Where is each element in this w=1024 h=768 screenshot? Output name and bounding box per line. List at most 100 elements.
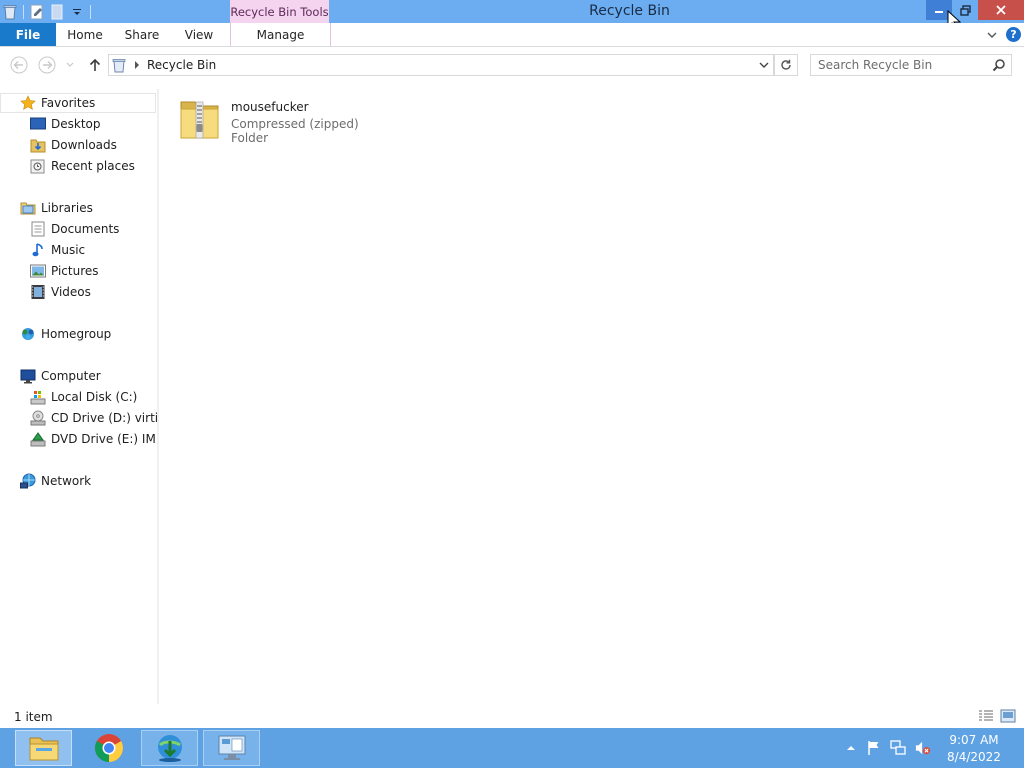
nav-label: Downloads <box>51 138 117 152</box>
nav-label: Recent places <box>51 159 135 173</box>
new-folder-icon[interactable] <box>47 2 67 22</box>
nav-label: DVD Drive (E:) IM1_C <box>51 432 157 446</box>
window-controls <box>926 0 1024 20</box>
downloads-icon <box>30 137 46 153</box>
pictures-icon <box>30 263 46 279</box>
tab-file[interactable]: File <box>0 23 56 46</box>
local-disk-icon <box>30 389 46 405</box>
nav-item-cd-drive[interactable]: CD Drive (D:) virtio-w <box>30 408 157 428</box>
chrome-icon <box>94 733 124 763</box>
music-icon <box>30 242 46 258</box>
download-manager-icon <box>154 733 186 763</box>
nav-label: Homegroup <box>41 327 112 341</box>
nav-label: Desktop <box>51 117 101 131</box>
search-input[interactable] <box>818 56 986 74</box>
pane-splitter[interactable] <box>157 89 159 704</box>
nav-label: Network <box>41 474 92 488</box>
network-tray-icon[interactable] <box>890 740 906 756</box>
taskbar-download-manager[interactable] <box>141 730 198 766</box>
back-button[interactable] <box>9 55 29 75</box>
nav-libraries[interactable]: Libraries <box>20 198 93 218</box>
file-explorer-icon <box>28 734 60 762</box>
tab-share[interactable]: Share <box>114 23 170 46</box>
recent-locations-chevron-icon[interactable] <box>63 55 77 75</box>
homegroup-icon <box>20 326 36 342</box>
breadcrumb-recycle-bin[interactable]: Recycle Bin <box>147 58 216 72</box>
clock-date: 8/4/2022 <box>947 750 1001 764</box>
ribbon-tab-bar: File Home Share View Manage ? <box>0 23 1024 47</box>
libraries-icon <box>20 200 36 216</box>
remote-desktop-icon <box>216 733 248 763</box>
tab-view[interactable]: View <box>170 23 228 46</box>
nav-homegroup[interactable]: Homegroup <box>20 324 111 344</box>
help-icon[interactable]: ? <box>1006 27 1021 42</box>
action-center-flag-icon[interactable] <box>866 740 882 756</box>
properties-icon[interactable] <box>27 2 47 22</box>
show-hidden-icons-chevron-icon[interactable] <box>843 740 859 756</box>
nav-label: Videos <box>51 285 91 299</box>
up-button[interactable] <box>85 55 105 75</box>
nav-label: Computer <box>41 369 101 383</box>
forward-button[interactable] <box>37 55 57 75</box>
nav-item-documents[interactable]: Documents <box>30 219 119 239</box>
nav-label: Local Disk (C:) <box>51 390 138 404</box>
file-list-area[interactable] <box>160 89 1024 704</box>
nav-item-local-disk[interactable]: Local Disk (C:) <box>30 387 137 407</box>
tab-home[interactable]: Home <box>56 23 114 46</box>
large-icons-view-icon[interactable] <box>1000 709 1016 723</box>
nav-favorites[interactable]: Favorites <box>20 93 95 113</box>
volume-muted-icon[interactable] <box>915 740 931 756</box>
search-box[interactable] <box>810 54 1012 76</box>
refresh-button[interactable] <box>774 54 798 76</box>
clock-time: 9:07 AM <box>949 733 999 747</box>
expand-ribbon-chevron-icon[interactable] <box>984 27 1000 43</box>
file-item[interactable]: mousefucker Compressed (zipped) Folder <box>176 96 396 145</box>
documents-icon <box>30 221 46 237</box>
customize-qat-chevron-icon[interactable] <box>67 2 87 22</box>
star-icon <box>20 95 36 111</box>
nav-item-desktop[interactable]: Desktop <box>30 114 101 134</box>
nav-item-pictures[interactable]: Pictures <box>30 261 99 281</box>
title-bar: Recycle Bin Tools Recycle Bin <box>0 0 1024 31</box>
address-dropdown-chevron-icon[interactable] <box>755 55 773 75</box>
recent-places-icon <box>30 158 46 174</box>
file-name: mousefucker <box>231 100 309 114</box>
nav-item-videos[interactable]: Videos <box>30 282 91 302</box>
address-bar[interactable]: Recycle Bin <box>108 54 774 76</box>
nav-item-dvd-drive[interactable]: DVD Drive (E:) IM1_C <box>30 429 157 449</box>
taskbar <box>0 728 1024 768</box>
search-icon[interactable] <box>992 58 1006 72</box>
item-count: 1 item <box>14 710 53 724</box>
nav-label: Music <box>51 243 86 257</box>
breadcrumb-chevron-icon[interactable] <box>134 61 140 69</box>
nav-item-downloads[interactable]: Downloads <box>30 135 117 155</box>
recycle-bin-window-icon[interactable] <box>0 2 20 22</box>
window-title: Recycle Bin <box>589 3 670 19</box>
nav-label: Favorites <box>41 96 96 110</box>
taskbar-remote-desktop[interactable] <box>203 730 260 766</box>
nav-network[interactable]: Network <box>20 471 91 491</box>
nav-label: Pictures <box>51 264 99 278</box>
quick-access-toolbar <box>0 0 94 23</box>
taskbar-chrome[interactable] <box>80 730 137 766</box>
details-view-icon[interactable] <box>978 709 994 723</box>
videos-icon <box>30 284 46 300</box>
nav-item-recent-places[interactable]: Recent places <box>30 156 135 176</box>
nav-item-music[interactable]: Music <box>30 240 85 260</box>
taskbar-clock[interactable]: 9:07 AM 8/4/2022 <box>942 732 1006 766</box>
status-bar: 1 item <box>0 706 1024 728</box>
taskbar-file-explorer[interactable] <box>15 730 72 766</box>
nav-label: CD Drive (D:) virtio-w <box>51 411 157 425</box>
close-button[interactable] <box>978 0 1024 20</box>
desktop-icon <box>30 116 46 132</box>
navigation-bar: Recycle Bin <box>0 47 1024 83</box>
network-icon <box>20 473 36 489</box>
qat-separator <box>23 4 24 19</box>
cd-drive-icon <box>30 410 46 426</box>
nav-computer[interactable]: Computer <box>20 366 101 386</box>
tab-manage[interactable]: Manage <box>230 23 331 46</box>
qat-separator <box>90 4 91 19</box>
zip-folder-icon <box>176 96 222 142</box>
file-type: Compressed (zipped) Folder <box>231 117 359 145</box>
navigation-pane: Favorites Desktop Downloads Recent place… <box>0 89 157 704</box>
